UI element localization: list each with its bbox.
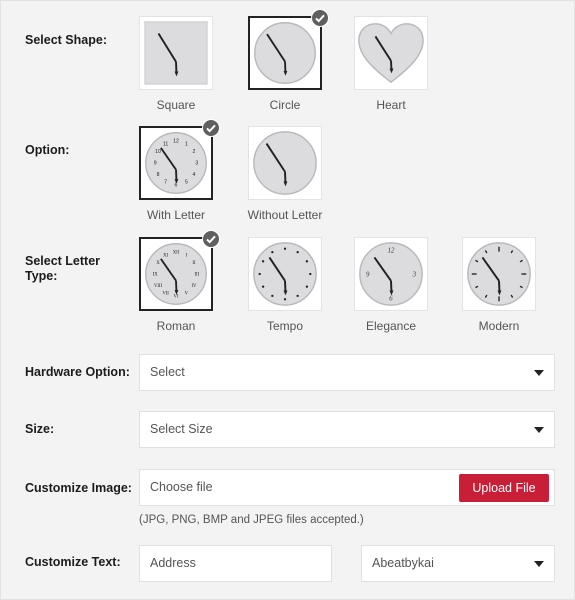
elegance-clock-image: 12 3 6 9 [359,242,423,306]
roman-numeral-4: IV [191,284,197,289]
file-upload-field[interactable]: Choose file Upload File [139,469,555,506]
selected-check-icon [202,119,220,137]
option-with-letter-caption: With Letter [146,208,206,222]
letter-type-modern-caption: Modern [478,319,520,333]
elegance-numeral-12: 12 [388,248,395,255]
numeral-11: 11 [163,142,168,148]
numeral-9: 9 [154,160,157,166]
hardware-option-value: Select [150,365,185,379]
numeral-6: 6 [175,183,178,189]
roman-numeral-8: VIII [154,284,163,289]
circle-clock-thumbnail[interactable] [248,9,329,90]
option-without-letter[interactable]: Without Letter [247,126,323,222]
customize-text-placeholder: Address [150,556,196,570]
roman-numeral-7: VII [162,291,169,296]
numeral-12: 12 [173,139,179,145]
roman-clock-image: XII I II III IV V VI VII VIII IX X XI [145,243,207,305]
select-shape-label: Select Shape: [25,33,107,47]
without-letter-clock-image [253,131,317,195]
option-without-letter-caption: Without Letter [247,208,323,222]
shape-option-square[interactable]: Square [138,16,214,112]
numeral-2: 2 [193,149,196,155]
elegance-numeral-9: 9 [366,271,370,278]
caret-down-icon [534,561,544,567]
letter-type-tempo-caption: Tempo [266,319,304,333]
letter-type-elegance-caption: Elegance [365,319,417,333]
roman-numeral-3: III [194,272,199,277]
without-letter-thumbnail[interactable] [248,126,322,200]
letter-type-tempo[interactable]: Tempo [247,237,323,333]
letter-type-elegance[interactable]: 12 3 6 9 Elegance [353,237,429,333]
hardware-option-select[interactable]: Select [139,354,555,391]
numeral-3: 3 [195,160,198,166]
with-letter-clock-image: 12 1 2 3 4 5 6 7 8 9 10 11 [145,132,207,194]
roman-numeral-6: VI [174,295,179,300]
shape-heart-caption: Heart [376,98,406,112]
numeral-7: 7 [164,179,167,185]
tempo-clock-image [253,242,317,306]
letter-type-modern[interactable]: Modern [461,237,537,333]
accepted-files-note: (JPG, PNG, BMP and JPEG files accepted.) [139,514,364,526]
modern-clock-thumbnail[interactable] [462,237,536,311]
elegance-numeral-6: 6 [389,295,393,302]
caret-down-icon [534,427,544,433]
numeral-5: 5 [185,179,188,185]
roman-numeral-10: X [156,261,160,266]
select-letter-type-label: Select Letter Type: [25,254,101,283]
selected-check-icon [202,230,220,248]
roman-numeral-2: II [192,261,196,266]
roman-numeral-5: V [185,291,189,296]
square-clock-image [144,21,208,85]
elegance-numeral-3: 3 [412,271,417,278]
font-select-value: Abeatbykai [372,556,434,570]
modern-clock-image [467,242,531,306]
shape-circle-caption: Circle [269,98,301,112]
shape-option-circle[interactable]: Circle [247,9,329,112]
shape-square-caption: Square [156,98,196,112]
size-value: Select Size [150,422,213,436]
numeral-4: 4 [193,172,196,178]
upload-file-button[interactable]: Upload File [459,474,549,502]
selected-check-icon [311,9,329,27]
numeral-10: 10 [155,149,161,155]
choose-file-text: Choose file [150,480,213,494]
roman-numeral-9: IX [153,272,159,277]
tempo-clock-thumbnail[interactable] [248,237,322,311]
roman-numeral-11: XI [163,254,168,259]
size-select[interactable]: Select Size [139,411,555,448]
square-clock-thumbnail[interactable] [139,16,213,90]
numeral-1: 1 [185,142,188,148]
customize-text-input[interactable]: Address [139,545,332,582]
option-with-letter[interactable]: 12 1 2 3 4 5 6 7 8 9 10 11 With Letter [138,119,220,222]
circle-clock-image [254,22,316,84]
hardware-option-label: Hardware Option: [25,365,130,379]
letter-type-roman[interactable]: XII I II III IV V VI VII VIII IX X XI Ro… [138,230,220,333]
shape-option-heart[interactable]: Heart [353,16,429,112]
letter-type-roman-caption: Roman [156,319,196,333]
customize-image-label: Customize Image: [25,481,132,495]
roman-clock-thumbnail[interactable]: XII I II III IV V VI VII VIII IX X XI [139,230,220,311]
font-select[interactable]: Abeatbykai [361,545,555,582]
heart-clock-thumbnail[interactable] [354,16,428,90]
roman-numeral-12: XII [173,251,180,256]
caret-down-icon [534,370,544,376]
option-label: Option: [25,143,70,157]
elegance-clock-thumbnail[interactable]: 12 3 6 9 [354,237,428,311]
customize-text-label: Customize Text: [25,555,121,569]
with-letter-thumbnail[interactable]: 12 1 2 3 4 5 6 7 8 9 10 11 [139,119,220,200]
size-label: Size: [25,422,55,436]
heart-clock-image [358,23,424,84]
numeral-8: 8 [157,172,160,178]
